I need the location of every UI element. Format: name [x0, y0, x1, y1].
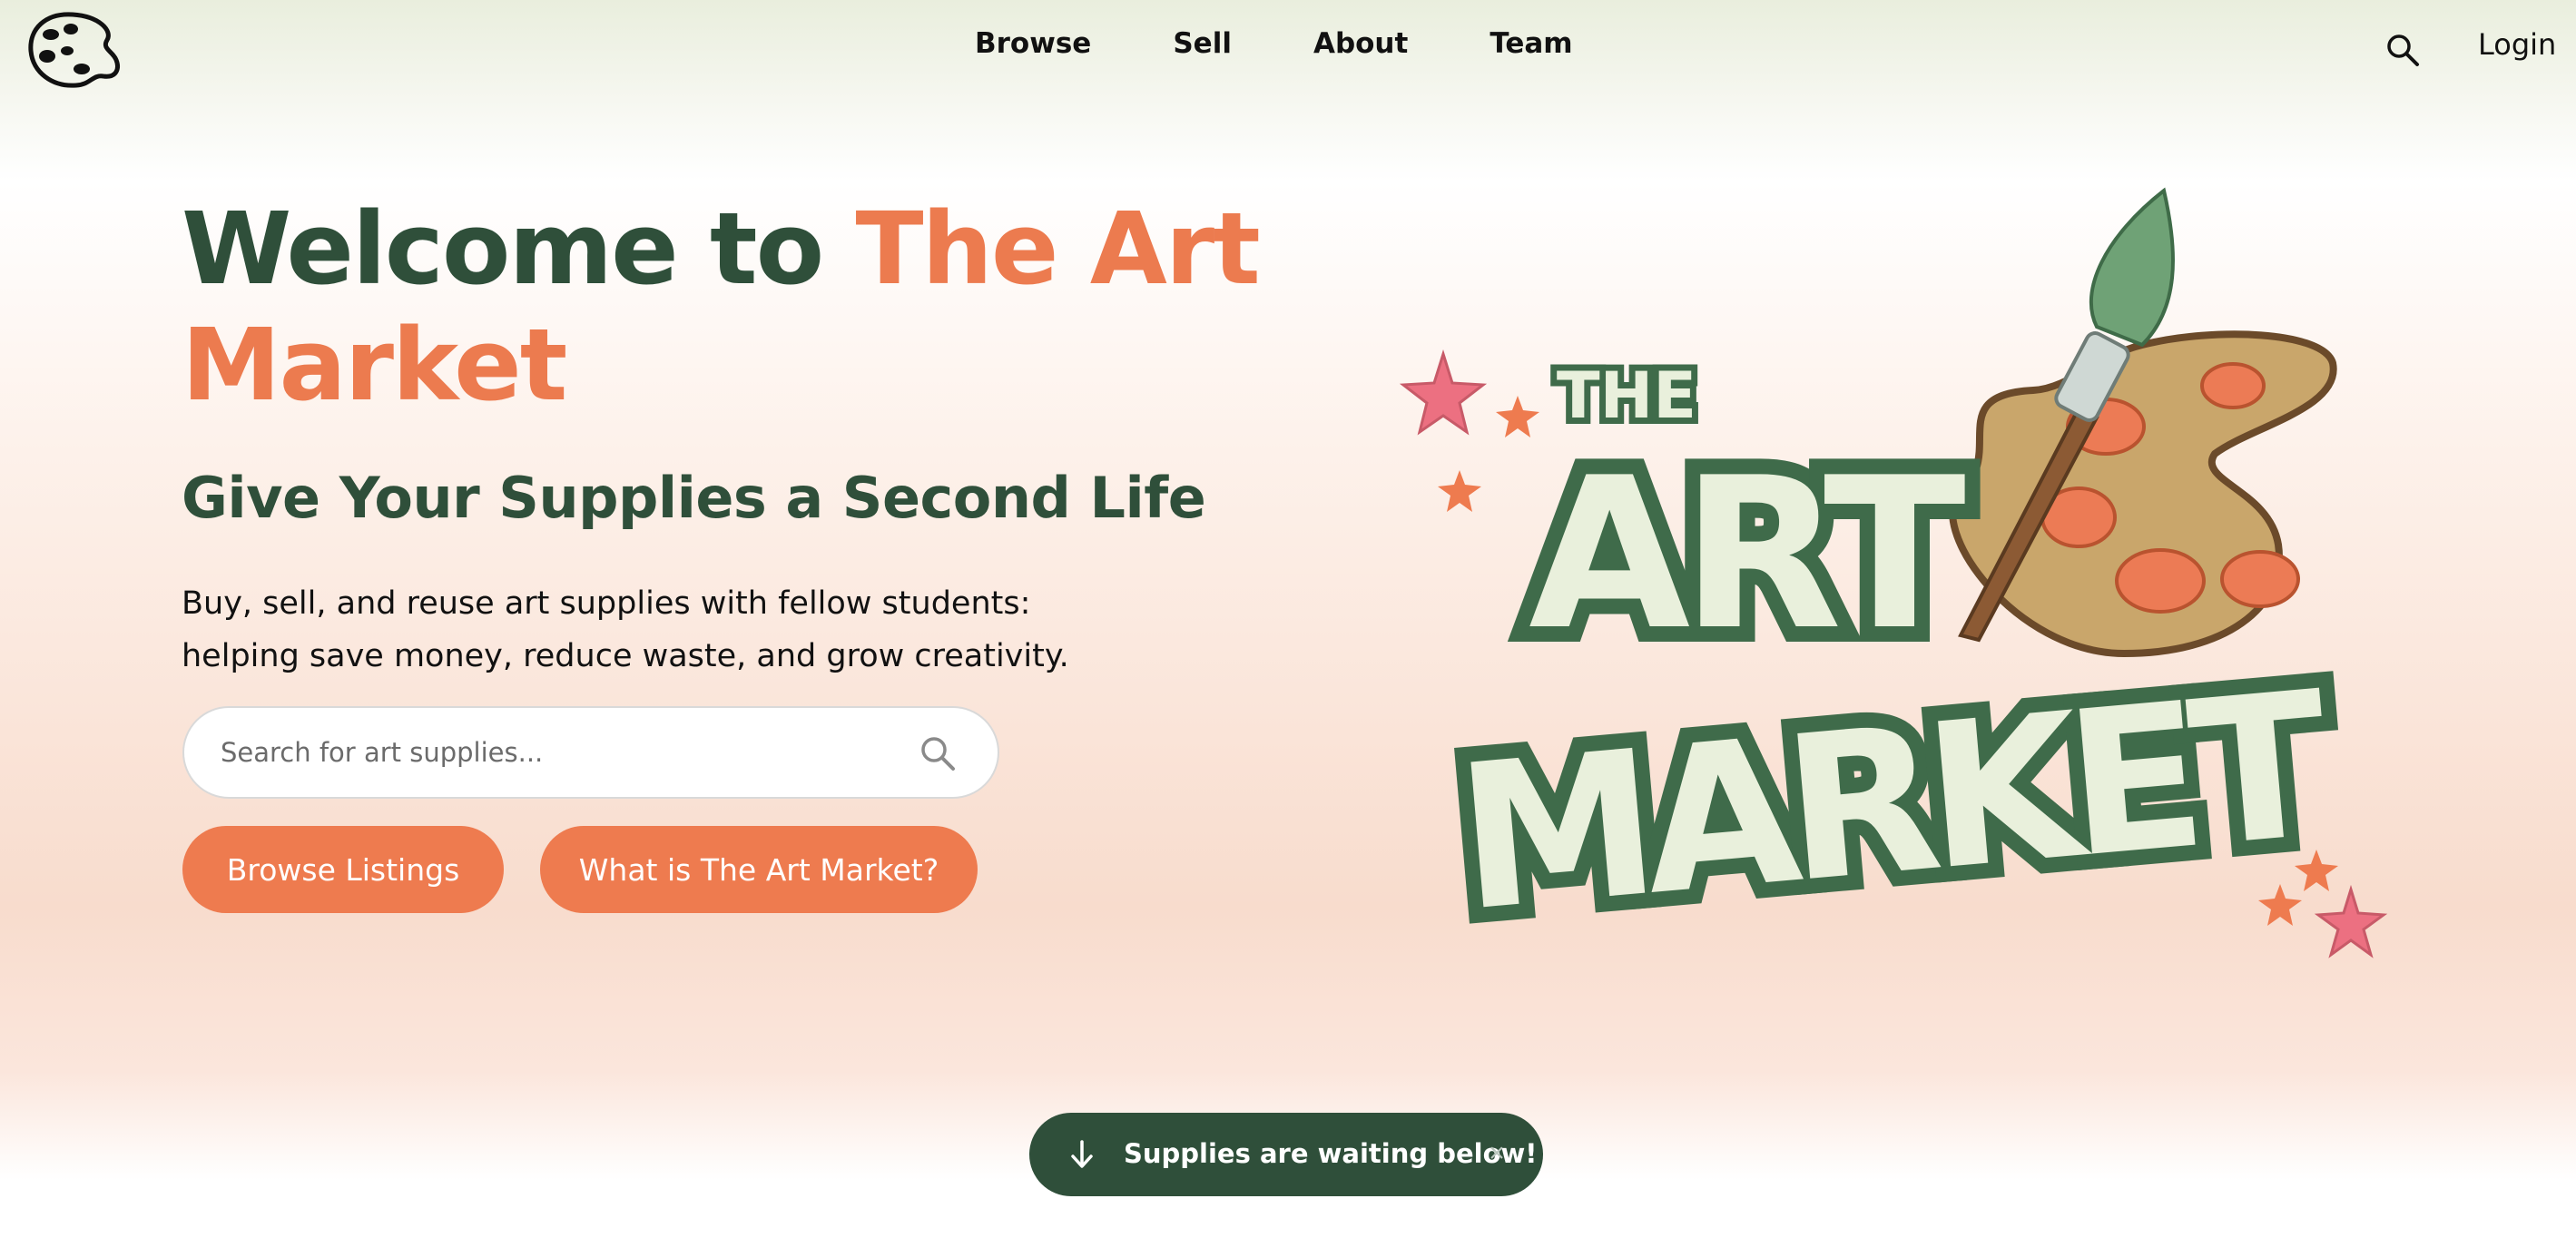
star-decoration — [1438, 470, 1481, 512]
hero-title: Welcome to The Art Market — [182, 191, 1271, 423]
star-decoration — [1399, 349, 1488, 436]
toast-text: Supplies are waiting below! — [1124, 1138, 1538, 1169]
svg-text:MARKET: MARKET — [1450, 648, 2336, 956]
svg-text:ART: ART — [1529, 434, 1965, 676]
scroll-toast[interactable]: Supplies are waiting below! × — [1029, 1113, 1543, 1196]
nav-links: Browse Sell About Team — [975, 27, 1573, 60]
what-is-button[interactable]: What is The Art Market? — [540, 826, 978, 913]
star-decoration — [2314, 884, 2388, 958]
search-icon[interactable] — [919, 735, 956, 771]
login-link[interactable]: Login — [2478, 27, 2556, 62]
top-nav: Browse Sell About Team Login — [0, 0, 2576, 100]
palette-icon[interactable] — [25, 9, 123, 91]
svg-text:THE: THE — [1557, 359, 1696, 433]
hero-subtitle: Give Your Supplies a Second Life — [182, 465, 1206, 531]
nav-team[interactable]: Team — [1490, 27, 1572, 60]
hero-search-box — [182, 706, 999, 799]
browse-listings-button[interactable]: Browse Listings — [182, 826, 504, 913]
arrow-down-icon — [1071, 1140, 1093, 1168]
nav-sell[interactable]: Sell — [1173, 27, 1232, 60]
search-icon[interactable] — [2385, 33, 2420, 67]
star-decoration — [2258, 884, 2302, 926]
close-icon[interactable]: × — [1483, 1140, 1510, 1167]
star-decoration — [1496, 396, 1539, 437]
hero-description: Buy, sell, and reuse art supplies with f… — [182, 585, 1069, 674]
nav-about[interactable]: About — [1313, 27, 1408, 60]
art-market-logo: THE ART MARKET — [1399, 187, 2388, 971]
search-input[interactable] — [221, 708, 910, 797]
hero-title-part1: Welcome to — [182, 191, 856, 307]
nav-browse[interactable]: Browse — [975, 27, 1091, 60]
